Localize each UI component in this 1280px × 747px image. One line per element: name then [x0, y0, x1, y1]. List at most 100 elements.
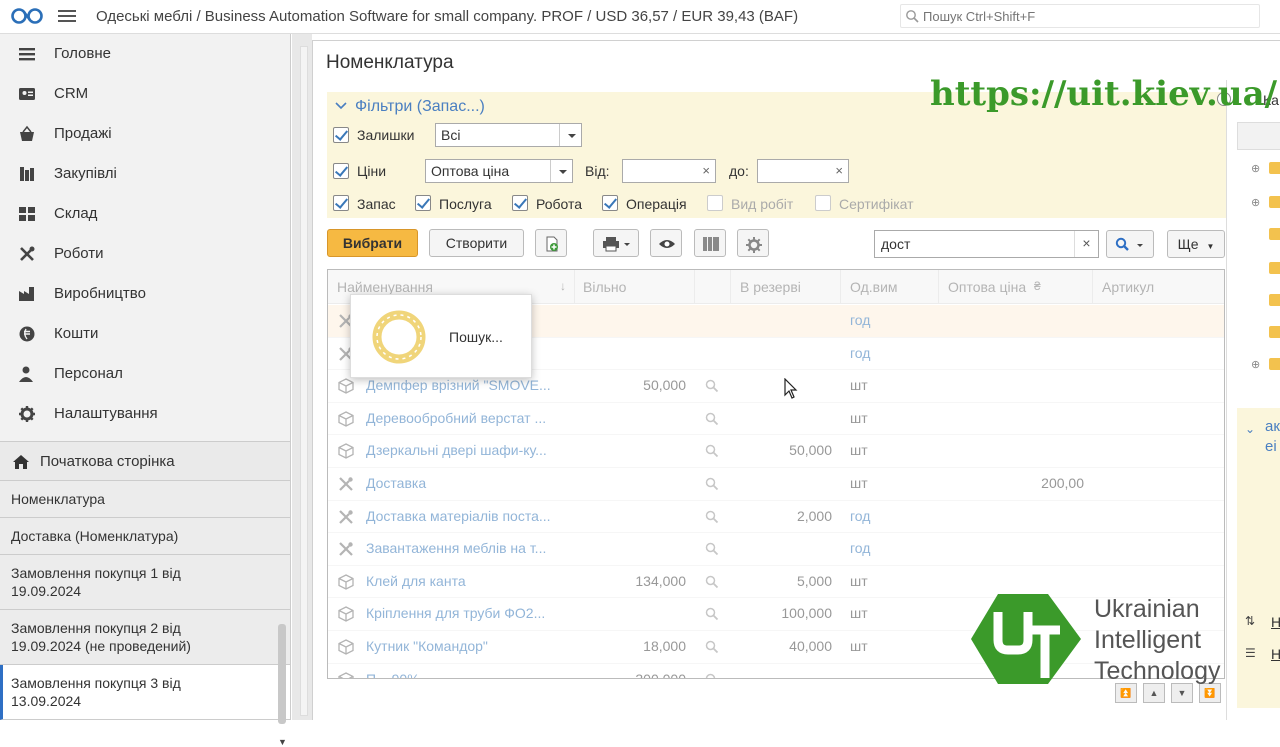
- sidebar-scrollbar[interactable]: [278, 624, 286, 724]
- type-work-label: Робота: [536, 196, 583, 212]
- open-window-nomenclature[interactable]: Номенклатура: [0, 481, 290, 518]
- sidebar-item-works[interactable]: Роботи: [0, 234, 290, 274]
- open-window-label: Номенклатура: [11, 491, 105, 507]
- panel-link[interactable]: Н: [1271, 646, 1280, 662]
- global-search-input[interactable]: [923, 7, 1253, 25]
- folder-icon[interactable]: [1269, 196, 1280, 208]
- type-work-kind-checkbox[interactable]: [707, 195, 723, 211]
- clear-icon[interactable]: ×: [702, 163, 710, 178]
- sidebar-item-label: Налаштування: [54, 405, 158, 422]
- open-window-order-3[interactable]: Замовлення покупця 3 від 13.09.2024: [0, 665, 290, 720]
- open-window-label: Замовлення покупця 3 від 13.09.2024: [11, 675, 181, 709]
- home-icon: [13, 455, 29, 469]
- scroll-down-icon[interactable]: ▼: [278, 737, 287, 747]
- open-window-delivery[interactable]: Доставка (Номенклатура): [0, 518, 290, 555]
- balances-checkbox[interactable]: [333, 127, 349, 143]
- factory-icon: [19, 287, 34, 301]
- sidebar-item-production[interactable]: Виробництво: [0, 274, 290, 314]
- sidebar-item-label: Персонал: [54, 365, 123, 382]
- type-service-label: Послуга: [439, 196, 492, 212]
- folder-icon[interactable]: [1269, 294, 1280, 306]
- open-window-label: Доставка (Номенклатура): [11, 528, 179, 544]
- sidebar-item-label: Продажі: [54, 125, 112, 142]
- form-title: Номенклатура: [326, 52, 454, 73]
- sidebar-item-crm[interactable]: CRM: [0, 74, 290, 114]
- sidebar-item-warehouse[interactable]: Склад: [0, 194, 290, 234]
- tools-icon: [20, 246, 35, 261]
- list-search-value: дост: [881, 236, 911, 252]
- main-menu-button[interactable]: [58, 8, 76, 24]
- list-icon: ☰: [1245, 646, 1256, 660]
- barcode-button[interactable]: [694, 229, 726, 257]
- sidebar-item-main[interactable]: Головне: [0, 34, 290, 74]
- type-work-kind-label: Вид робіт: [731, 196, 794, 212]
- type-certificate-checkbox[interactable]: [815, 195, 831, 211]
- sidebar-item-personnel[interactable]: Персонал: [0, 354, 290, 394]
- gear-icon: [19, 406, 35, 422]
- more-button[interactable]: Ще ▼: [1167, 230, 1225, 258]
- popup-label: Пошук...: [449, 329, 503, 345]
- search-options-button[interactable]: [1106, 230, 1154, 258]
- panel-link[interactable]: Н: [1271, 614, 1280, 630]
- create-copy-button[interactable]: [535, 229, 567, 257]
- list-search-input[interactable]: дост ×: [874, 230, 1099, 258]
- balances-select[interactable]: Всі: [435, 123, 582, 147]
- dropdown-icon[interactable]: [550, 160, 572, 182]
- search-icon: [906, 10, 919, 23]
- sidebar-item-settings[interactable]: Налаштування: [0, 394, 290, 434]
- type-stock-checkbox[interactable]: [333, 195, 349, 211]
- global-search[interactable]: [900, 4, 1260, 28]
- home-page-link[interactable]: Початкова сторінка: [0, 441, 290, 481]
- open-window-label: Замовлення покупця 2 від 19.09.2024 (не …: [11, 620, 191, 654]
- print-button[interactable]: [593, 229, 639, 257]
- more-label: Ще: [1177, 236, 1199, 252]
- category-panel: Ка ⊕ ⊕ ⊕ ⌄ ак еі ⇅ Н ☰ Н: [1217, 80, 1280, 720]
- sidebar-item-money[interactable]: Кошти: [0, 314, 290, 354]
- open-window-order-1[interactable]: Замовлення покупця 1 від 19.09.2024: [0, 555, 290, 610]
- sidebar-item-label: Роботи: [54, 245, 104, 262]
- dropdown-icon[interactable]: [559, 124, 581, 146]
- balances-label: Залишки: [357, 127, 415, 143]
- clear-search-icon[interactable]: ×: [1074, 231, 1098, 257]
- printer-icon: [603, 237, 630, 252]
- app-logo-icon[interactable]: [10, 6, 44, 26]
- expand-icon[interactable]: ⊕: [1251, 196, 1260, 209]
- open-window-order-2[interactable]: Замовлення покупця 2 від 19.09.2024 (не …: [0, 610, 290, 665]
- folder-icon[interactable]: [1269, 162, 1280, 174]
- price-from-input[interactable]: ×: [622, 159, 716, 183]
- balances-value: Всі: [441, 127, 461, 143]
- clear-icon[interactable]: ×: [835, 163, 843, 178]
- gear-icon: [746, 237, 762, 253]
- type-operation-checkbox[interactable]: [602, 195, 618, 211]
- menu-lines-icon: [19, 48, 35, 61]
- properties-panel: ⌄ ак еі ⇅ Н ☰ Н: [1237, 408, 1280, 708]
- prices-select[interactable]: Оптова ціна: [425, 159, 573, 183]
- prices-checkbox[interactable]: [333, 163, 349, 179]
- view-button[interactable]: [650, 229, 682, 257]
- app-title: Одеські меблі / Business Automation Soft…: [96, 8, 799, 25]
- search-progress-popup: Пошук...: [350, 294, 532, 378]
- folder-icon[interactable]: [1269, 228, 1280, 240]
- folder-icon[interactable]: [1269, 326, 1280, 338]
- type-certificate-label: Сертифікат: [839, 196, 914, 212]
- expand-icon[interactable]: ⊕: [1251, 162, 1260, 175]
- price-from-label: Від:: [585, 163, 610, 179]
- type-service-checkbox[interactable]: [415, 195, 431, 211]
- type-stock-label: Запас: [357, 196, 396, 212]
- select-button[interactable]: Вибрати: [327, 229, 418, 257]
- chevron-down-icon: ▼: [1206, 242, 1215, 251]
- filters-header[interactable]: Фільтри (Запас...): [355, 98, 485, 116]
- sidebar-item-purchases[interactable]: Закупівлі: [0, 154, 290, 194]
- sidebar-item-label: Головне: [54, 45, 111, 62]
- folder-icon[interactable]: [1269, 358, 1280, 370]
- settings-button[interactable]: [737, 229, 769, 257]
- folder-icon[interactable]: [1269, 262, 1280, 274]
- type-work-checkbox[interactable]: [512, 195, 528, 211]
- chevron-down-icon[interactable]: [335, 101, 347, 111]
- sidebar: Головне CRM Продажі Закупівлі Склад Робо…: [0, 34, 291, 747]
- chevron-down-icon[interactable]: ⌄: [1245, 422, 1255, 436]
- sidebar-item-sales[interactable]: Продажі: [0, 114, 290, 154]
- price-to-input[interactable]: ×: [757, 159, 849, 183]
- expand-icon[interactable]: ⊕: [1251, 358, 1260, 371]
- create-button[interactable]: Створити: [429, 229, 524, 257]
